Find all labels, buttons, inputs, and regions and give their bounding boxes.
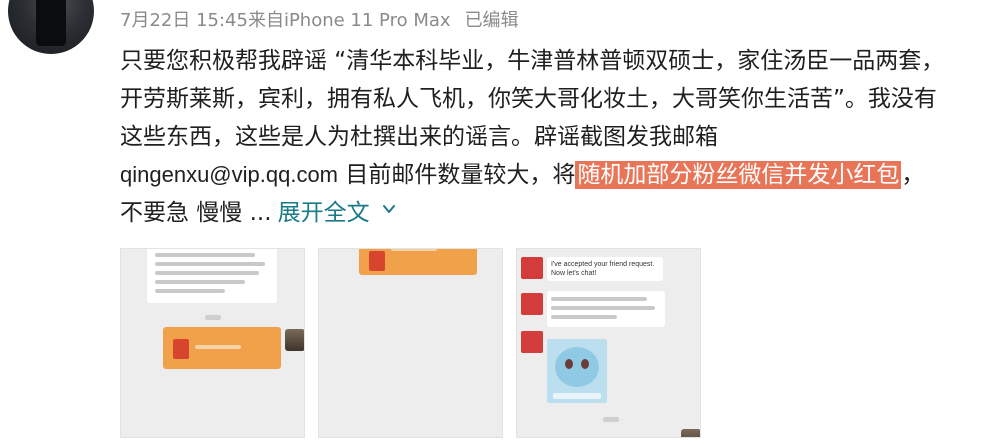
edited-label[interactable]: 已编辑 <box>465 10 519 31</box>
text-placeholder <box>195 345 241 349</box>
expand-label: 展开全文 <box>277 200 370 226</box>
sticker-eye <box>565 359 573 369</box>
text-placeholder <box>551 297 647 301</box>
text-placeholder <box>155 253 255 257</box>
post-text-line: 只要您积极帮我辟谣 “清华本科毕业，牛津普林普顿双硕士，家住汤臣一品两套， <box>120 48 945 74</box>
sticker-eye <box>581 359 589 369</box>
text-placeholder <box>551 306 655 310</box>
post-text-line: 不要急 慢慢 ... 展开全文 <box>120 194 990 232</box>
contact-avatar <box>521 293 543 315</box>
text-placeholder <box>155 280 245 284</box>
timestamp-placeholder <box>603 417 619 422</box>
post-meta: 7月22日 15:45来自iPhone 11 Pro Max 已编辑 <box>120 6 519 32</box>
red-envelope-icon <box>369 251 385 271</box>
post-text-segment: ， <box>901 162 925 188</box>
contact-avatar <box>521 257 543 279</box>
text-placeholder <box>155 289 225 293</box>
text-placeholder <box>155 262 265 266</box>
post-time-source: 7月22日 15:45来自iPhone 11 Pro Max <box>120 10 451 31</box>
squirtle-sticker <box>547 339 607 403</box>
chat-bubble: I've accepted your friend request. Now l… <box>547 257 663 281</box>
chat-message-text: I've accepted your friend request. <box>551 261 655 268</box>
expand-full-text-link[interactable]: 展开全文 <box>278 200 396 226</box>
post-body: 只要您积极帮我辟谣 “清华本科毕业，牛津普林普顿双硕士，家住汤臣一品两套， 开劳… <box>120 42 990 232</box>
email-address: qingenxu@vip.qq.com <box>120 162 339 187</box>
post-image-1[interactable] <box>120 248 305 438</box>
post-image-2[interactable] <box>318 248 503 438</box>
timestamp-placeholder <box>205 315 221 320</box>
post-text-segment: 不要急 慢慢 ... <box>120 200 272 226</box>
post-text-line: 开劳斯莱斯，宾利，拥有私人飞机，你笑大哥化妆土，大哥笑你生活苦”。我没有 <box>120 86 937 112</box>
contact-avatar <box>521 331 543 353</box>
text-placeholder <box>391 249 437 251</box>
post-text-line: 这些东西，这些是人为杜撰出来的谣言。辟谣截图发我邮箱 <box>120 124 718 150</box>
chat-bubble <box>547 291 665 327</box>
chat-bubble <box>147 249 277 303</box>
sender-avatar <box>681 429 700 437</box>
post-text-line: qingenxu@vip.qq.com 目前邮件数量较大，将随机加部分粉丝微信并… <box>120 156 990 194</box>
text-placeholder <box>155 271 259 275</box>
post-image-3[interactable]: I've accepted your friend request. Now l… <box>516 248 701 438</box>
sticker-face <box>555 347 599 387</box>
red-envelope-icon <box>173 339 189 359</box>
sender-avatar <box>285 329 304 351</box>
author-avatar[interactable] <box>8 0 94 54</box>
highlighted-text: 随机加部分粉丝微信并发小红包 <box>575 161 902 189</box>
chat-message-text: Now let's chat! <box>551 270 597 277</box>
chevron-down-icon <box>382 205 395 213</box>
post-text-segment: 目前邮件数量较大，将 <box>338 162 576 188</box>
chat-bubble <box>359 249 477 275</box>
chat-bubble <box>163 327 281 369</box>
avatar-figure <box>36 0 66 46</box>
sticker-caption <box>553 393 601 399</box>
text-placeholder <box>551 315 617 319</box>
